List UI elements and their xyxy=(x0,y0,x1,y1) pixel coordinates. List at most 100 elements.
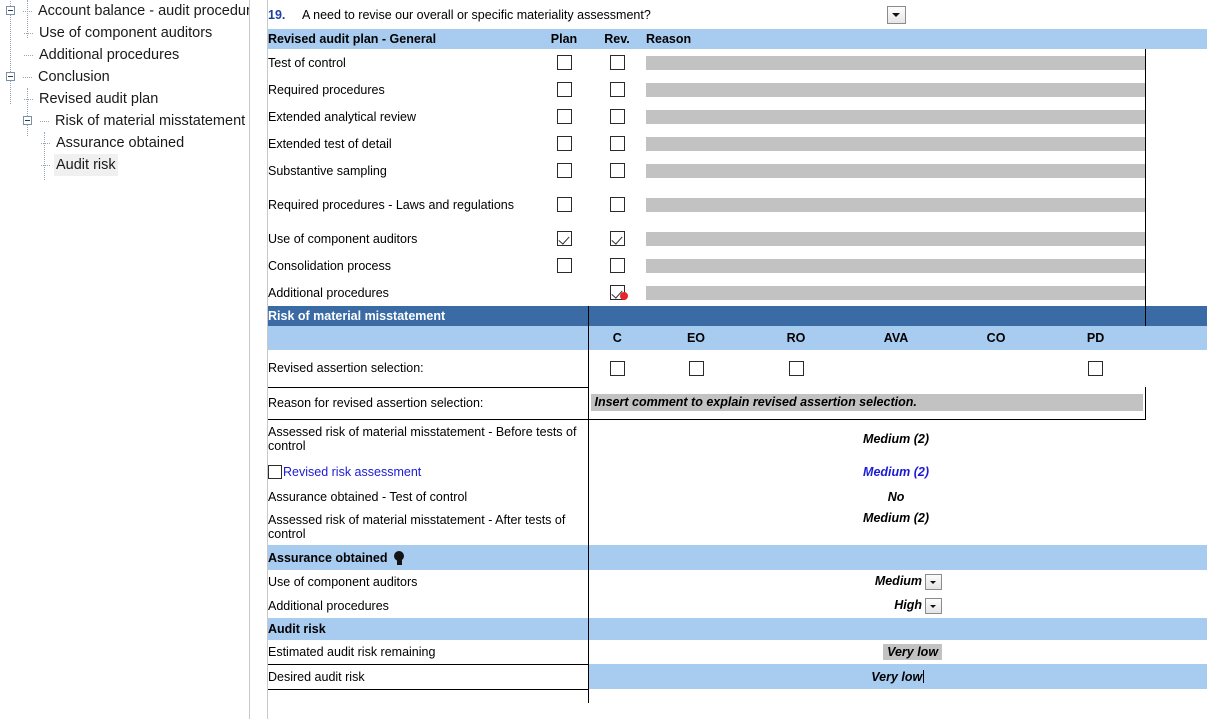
chevron-down-icon[interactable] xyxy=(925,598,943,614)
rev-checkbox-cell[interactable] xyxy=(588,157,646,184)
reason-field-cell[interactable] xyxy=(646,103,1145,130)
plan-checkbox[interactable] xyxy=(556,136,572,152)
rev-checkbox-cell[interactable] xyxy=(588,49,646,76)
assertion-checkbox-EO[interactable] xyxy=(688,361,704,377)
revised-risk-assessment-checkbox[interactable] xyxy=(268,465,282,479)
rev-checkbox[interactable] xyxy=(609,109,625,125)
plan-checkbox-cell[interactable] xyxy=(540,49,588,76)
estimated-audit-risk-value[interactable]: Very low xyxy=(883,644,943,660)
plan-checkbox[interactable] xyxy=(556,197,572,213)
reason-assertion-input[interactable]: Insert comment to explain revised assert… xyxy=(590,394,1143,412)
question-row: 19. A need to revise our overall or speci… xyxy=(268,0,1207,29)
desired-audit-risk-cell[interactable]: Very low xyxy=(588,664,1208,689)
reason-input[interactable] xyxy=(646,136,1145,151)
assurance-dropdown-additional-procedures[interactable]: High xyxy=(894,598,943,614)
value-cell-PD xyxy=(1046,509,1145,545)
value-cell-AVA: Medium (2) xyxy=(863,465,930,479)
plan-checkbox[interactable] xyxy=(556,163,572,179)
reason-field-cell[interactable] xyxy=(646,130,1145,157)
row-label: Extended analytical review xyxy=(268,109,416,124)
plan-checkbox[interactable] xyxy=(556,55,572,71)
assertion-column-AVA: AVA xyxy=(846,326,947,350)
rev-checkbox[interactable] xyxy=(609,55,625,71)
partial-cell-C xyxy=(588,689,646,703)
tree-toggle-minus-icon[interactable] xyxy=(21,110,37,132)
plan-checkbox[interactable] xyxy=(556,82,572,98)
assertion-column-RO: RO xyxy=(746,326,847,350)
plan-checkbox-cell[interactable] xyxy=(540,225,588,252)
plan-checkbox-cell[interactable] xyxy=(540,157,588,184)
assertion-checkbox-cell-PD[interactable] xyxy=(1046,350,1145,387)
row-spacer xyxy=(1145,594,1207,618)
tree-item-4[interactable]: Revised audit plan xyxy=(0,88,249,110)
reason-input[interactable] xyxy=(646,109,1145,124)
reason-field-cell[interactable] xyxy=(646,157,1145,184)
rev-checkbox-cell[interactable] xyxy=(588,252,646,279)
value-cell-PD xyxy=(1046,459,1145,485)
tree-item-1[interactable]: Use of component auditors xyxy=(0,22,249,44)
reason-assertion-field-cell[interactable]: Insert comment to explain revised assert… xyxy=(588,387,1146,420)
reason-field-cell[interactable] xyxy=(646,76,1145,103)
reason-input[interactable] xyxy=(646,197,1145,212)
tree-item-6[interactable]: Assurance obtained xyxy=(0,132,249,154)
rev-checkbox-cell[interactable] xyxy=(588,130,646,157)
plan-checkbox-cell[interactable] xyxy=(540,252,588,279)
assertion-checkbox-cell-C[interactable] xyxy=(588,350,646,387)
value-cell-AVA[interactable]: High xyxy=(846,594,946,618)
revised-risk-assessment-cell[interactable]: Revised risk assessment xyxy=(268,459,589,485)
rev-checkbox[interactable] xyxy=(609,197,625,213)
reason-input[interactable] xyxy=(646,55,1145,70)
tree-item-5[interactable]: Risk of material misstatement xyxy=(0,110,249,132)
rev-checkbox-cell[interactable] xyxy=(588,76,646,103)
plan-checkbox[interactable] xyxy=(556,258,572,274)
rev-checkbox[interactable] xyxy=(609,258,625,274)
rev-checkbox[interactable] xyxy=(609,285,628,301)
reason-input[interactable] xyxy=(646,82,1145,97)
rev-checkbox-cell[interactable] xyxy=(588,225,646,252)
rev-checkbox-cell[interactable] xyxy=(588,184,646,225)
value-cell-AVA[interactable]: Medium xyxy=(846,570,946,594)
reason-field-cell[interactable] xyxy=(646,252,1145,279)
tree-item-0[interactable]: Account balance - audit procedures xyxy=(0,0,249,22)
plan-checkbox-cell[interactable] xyxy=(540,184,588,225)
tree-toggle-minus-icon[interactable] xyxy=(4,66,20,88)
reason-field-cell[interactable] xyxy=(646,225,1145,252)
assertion-checkbox-C[interactable] xyxy=(609,361,625,377)
reason-field-cell[interactable] xyxy=(646,184,1145,225)
question-answer-cell[interactable] xyxy=(846,0,946,29)
plan-checkbox-cell[interactable] xyxy=(540,103,588,130)
assertion-checkbox-cell-RO[interactable] xyxy=(746,350,846,387)
assertion-checkbox-RO[interactable] xyxy=(788,361,804,377)
reason-input[interactable] xyxy=(646,258,1145,273)
tree-toggle-minus-icon[interactable] xyxy=(4,0,20,22)
tree-item-7[interactable]: Audit risk xyxy=(0,154,249,176)
tree-item-3[interactable]: Conclusion xyxy=(0,66,249,88)
assertion-checkbox-PD[interactable] xyxy=(1088,361,1104,377)
plan-checkbox-cell[interactable] xyxy=(540,130,588,157)
chevron-down-icon[interactable] xyxy=(886,5,906,24)
reason-input[interactable] xyxy=(646,285,1145,300)
value-cell-AVA[interactable]: Very low xyxy=(846,640,946,664)
row-label: Desired audit risk xyxy=(268,664,589,689)
plan-checkbox[interactable] xyxy=(556,231,572,247)
lightbulb-icon[interactable] xyxy=(393,550,405,565)
reason-input[interactable] xyxy=(646,163,1145,178)
reason-field-cell[interactable] xyxy=(646,279,1145,306)
plan-checkbox-cell[interactable] xyxy=(540,76,588,103)
reason-field-cell[interactable] xyxy=(646,49,1145,76)
rev-checkbox-cell[interactable] xyxy=(588,103,646,130)
chevron-down-icon[interactable] xyxy=(925,574,943,590)
rev-checkbox[interactable] xyxy=(609,163,625,179)
tree-item-2[interactable]: Additional procedures xyxy=(0,44,249,66)
panel-splitter[interactable] xyxy=(250,0,268,719)
plan-checkbox[interactable] xyxy=(556,109,572,125)
assurance-dropdown-use-of-component-auditors[interactable]: Medium xyxy=(875,574,943,590)
assertion-checkbox-cell-EO[interactable] xyxy=(646,350,746,387)
rev-checkbox[interactable] xyxy=(609,136,625,152)
reason-input[interactable] xyxy=(646,231,1145,246)
section-title: Revised audit plan - General xyxy=(268,29,540,49)
rev-checkbox[interactable] xyxy=(609,231,625,247)
rev-checkbox[interactable] xyxy=(609,82,625,98)
revised-risk-assessment-link[interactable]: Revised risk assessment xyxy=(283,465,421,479)
rev-checkbox-cell[interactable] xyxy=(588,279,646,306)
